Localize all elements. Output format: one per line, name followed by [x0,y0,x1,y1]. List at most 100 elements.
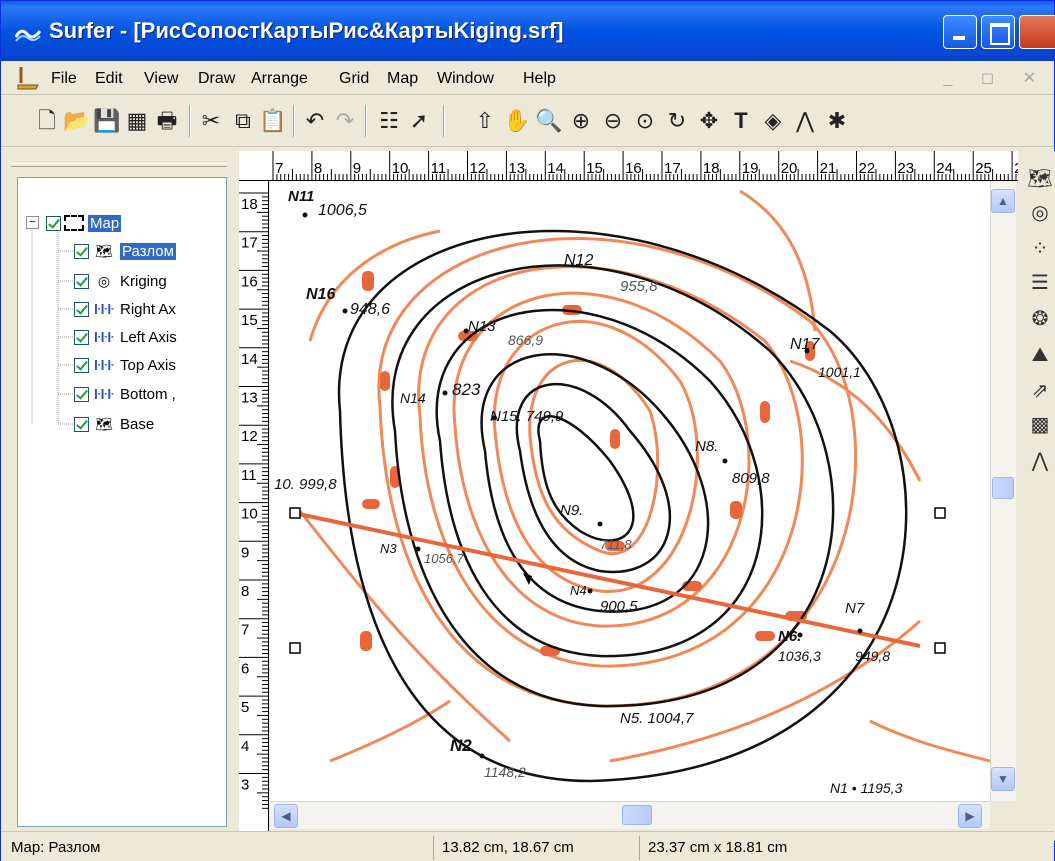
tree-item-base[interactable]: 🗺 Base [74,411,154,437]
status-page-size: 23.37 cm x 18.81 cm [639,836,939,860]
copy-icon[interactable]: ⧉ [229,107,257,135]
menu-map[interactable]: Map [387,70,418,88]
menu-view[interactable]: View [144,70,178,88]
visibility-checkbox[interactable] [74,357,89,373]
visibility-checkbox[interactable] [74,416,89,432]
menu-help[interactable]: Help [523,70,556,88]
open-icon[interactable]: 📂 [63,107,91,135]
map-label: N11 [288,188,314,205]
pan-icon[interactable]: ✋ [503,107,531,135]
minimize-button[interactable] [943,15,977,49]
redo-icon[interactable]: ↷ [331,107,359,135]
menu-window[interactable]: Window [437,70,494,88]
text-icon[interactable]: T [727,107,755,135]
help-pointer-icon[interactable]: ➚ [405,107,433,135]
vector-map-icon[interactable]: ⇗ [1026,377,1054,405]
map-label: 900,5 [600,598,638,615]
cut-icon[interactable]: ✂ [197,107,225,135]
menu-grid[interactable]: Grid [339,70,369,88]
tree-item-label: Разлом [120,242,176,260]
object-manager-icon[interactable]: ☷ [375,107,403,135]
surfer-app-icon[interactable] [15,25,41,43]
vertical-scroll-thumb[interactable] [992,477,1014,499]
tree-item-top-axis[interactable]: ŀŀŀ Top Axis [74,352,176,378]
status-selection: Map: Разлом [11,839,101,856]
scroll-up-button[interactable]: ▲ [991,189,1015,213]
panel-grip[interactable] [11,163,227,167]
ruler-label: 7 [275,160,283,177]
menu-arrange[interactable]: Arrange [251,70,308,88]
zoom-rect-icon[interactable]: ⊙ [631,107,659,135]
visibility-checkbox[interactable] [46,215,61,231]
tree-item-left-axis[interactable]: ŀŀŀ Left Axis [74,324,177,350]
status-bar: Map: Разлом 13.82 cm, 18.67 cm 23.37 cm … [1,831,1054,861]
mdi-window-controls[interactable]: _ ◻ ✕ [944,68,1048,88]
document-icon[interactable] [15,65,41,91]
zoom-in-icon[interactable]: ⊕ [567,107,595,135]
scroll-right-button[interactable]: ▶ [958,804,982,828]
print-icon[interactable]: 🖶 [153,107,181,135]
shaded-relief-icon[interactable]: ⛰ [1026,341,1054,369]
map-drawing[interactable]: N11 1006,5 N12 955,8 N16 948,6 N13 866,9… [270,181,990,801]
map-canvas[interactable]: N11 1006,5 N12 955,8 N16 948,6 N13 866,9… [270,181,990,801]
vertical-scrollbar[interactable]: ▲ ▼ [990,181,1016,801]
map-label: 949,8 [855,648,890,664]
map-label: 809,8 [732,470,770,487]
trackball-icon[interactable]: ✥ [695,107,723,135]
menu-draw[interactable]: Draw [198,70,235,88]
ruler-label: 13 [241,390,258,407]
map-label: 10. 999,8 [274,476,337,493]
tree-collapse-button[interactable]: − [26,216,39,229]
close-button[interactable] [1019,15,1055,49]
map-label: 948,6 [350,301,390,318]
menu-file[interactable]: File [51,70,77,88]
tree-item-right-axis[interactable]: ŀŀŀ Right Ax [74,296,176,322]
vertical-ruler[interactable]: 18 17 16 15 14 13 12 11 10 9 8 7 6 5 4 3 [239,181,269,831]
map-label: N6. [778,628,801,645]
menu-edit[interactable]: Edit [95,70,123,88]
zoom-out-icon[interactable]: ⊖ [599,107,627,135]
rotate-icon[interactable]: ↻ [663,107,691,135]
contour-map-icon[interactable]: ◎ [1026,199,1054,227]
horizontal-scroll-thumb[interactable] [622,805,652,825]
image-map-icon[interactable]: ❂ [1026,305,1054,333]
symbol-icon[interactable]: ✱ [823,107,851,135]
visibility-checkbox[interactable] [74,243,89,259]
polygon-icon[interactable]: ◈ [759,107,787,135]
visibility-checkbox[interactable] [74,386,89,402]
ruler-label: 25 [975,160,992,177]
select-icon[interactable]: ⇧ [471,107,499,135]
post-map-icon[interactable]: ⁘ [1026,235,1054,263]
horizontal-scrollbar[interactable]: ◀ ▶ [270,801,990,829]
new-icon[interactable]: 🗋 [33,107,61,135]
visibility-checkbox[interactable] [74,329,89,345]
tree-item-kriging[interactable]: ◎ Kriging [74,268,167,294]
visibility-checkbox[interactable] [74,301,89,317]
tree-item-razlom[interactable]: 🗺 Разлом [74,238,176,264]
title-bar[interactable]: Surfer - [РисСопостКартыРис&КартыKiging.… [1,1,1055,61]
paste-icon[interactable]: 📋 [259,107,287,135]
maximize-button[interactable] [981,15,1015,49]
undo-icon[interactable]: ↶ [301,107,329,135]
tree-item-map[interactable]: Map [46,210,122,236]
ruler-label: 9 [241,544,249,561]
scroll-left-button[interactable]: ◀ [274,804,298,828]
surface-icon[interactable]: ⋀ [1026,447,1054,475]
object-tree[interactable]: − Map 🗺 Разлом ◎ Kriging ŀŀŀ Right Ax ŀŀ… [17,177,227,827]
worksheet-icon[interactable]: ▦ [123,107,151,135]
map-label: 1001,1 [818,364,861,380]
wireframe-icon[interactable]: ▩ [1026,411,1054,439]
classed-post-icon[interactable]: ☰ [1026,269,1054,297]
axis-icon: ŀŀŀ [93,301,115,317]
scroll-down-button[interactable]: ▼ [991,767,1015,791]
visibility-checkbox[interactable] [74,273,89,289]
zoom-page-icon[interactable]: 🔍 [535,107,563,135]
base-map-icon[interactable]: 🗺 [1026,165,1054,193]
axis-icon: ŀŀŀ [93,329,115,345]
map-label: 711,8 [600,537,632,552]
polyline-icon[interactable]: ⋀ [791,107,819,135]
tree-item-bottom-axis[interactable]: ŀŀŀ Bottom , [74,381,176,407]
save-icon[interactable]: 💾 [93,107,121,135]
horizontal-ruler[interactable]: 789101112131415161718192021222324252 [239,151,1027,181]
map-frame-icon [64,215,84,231]
